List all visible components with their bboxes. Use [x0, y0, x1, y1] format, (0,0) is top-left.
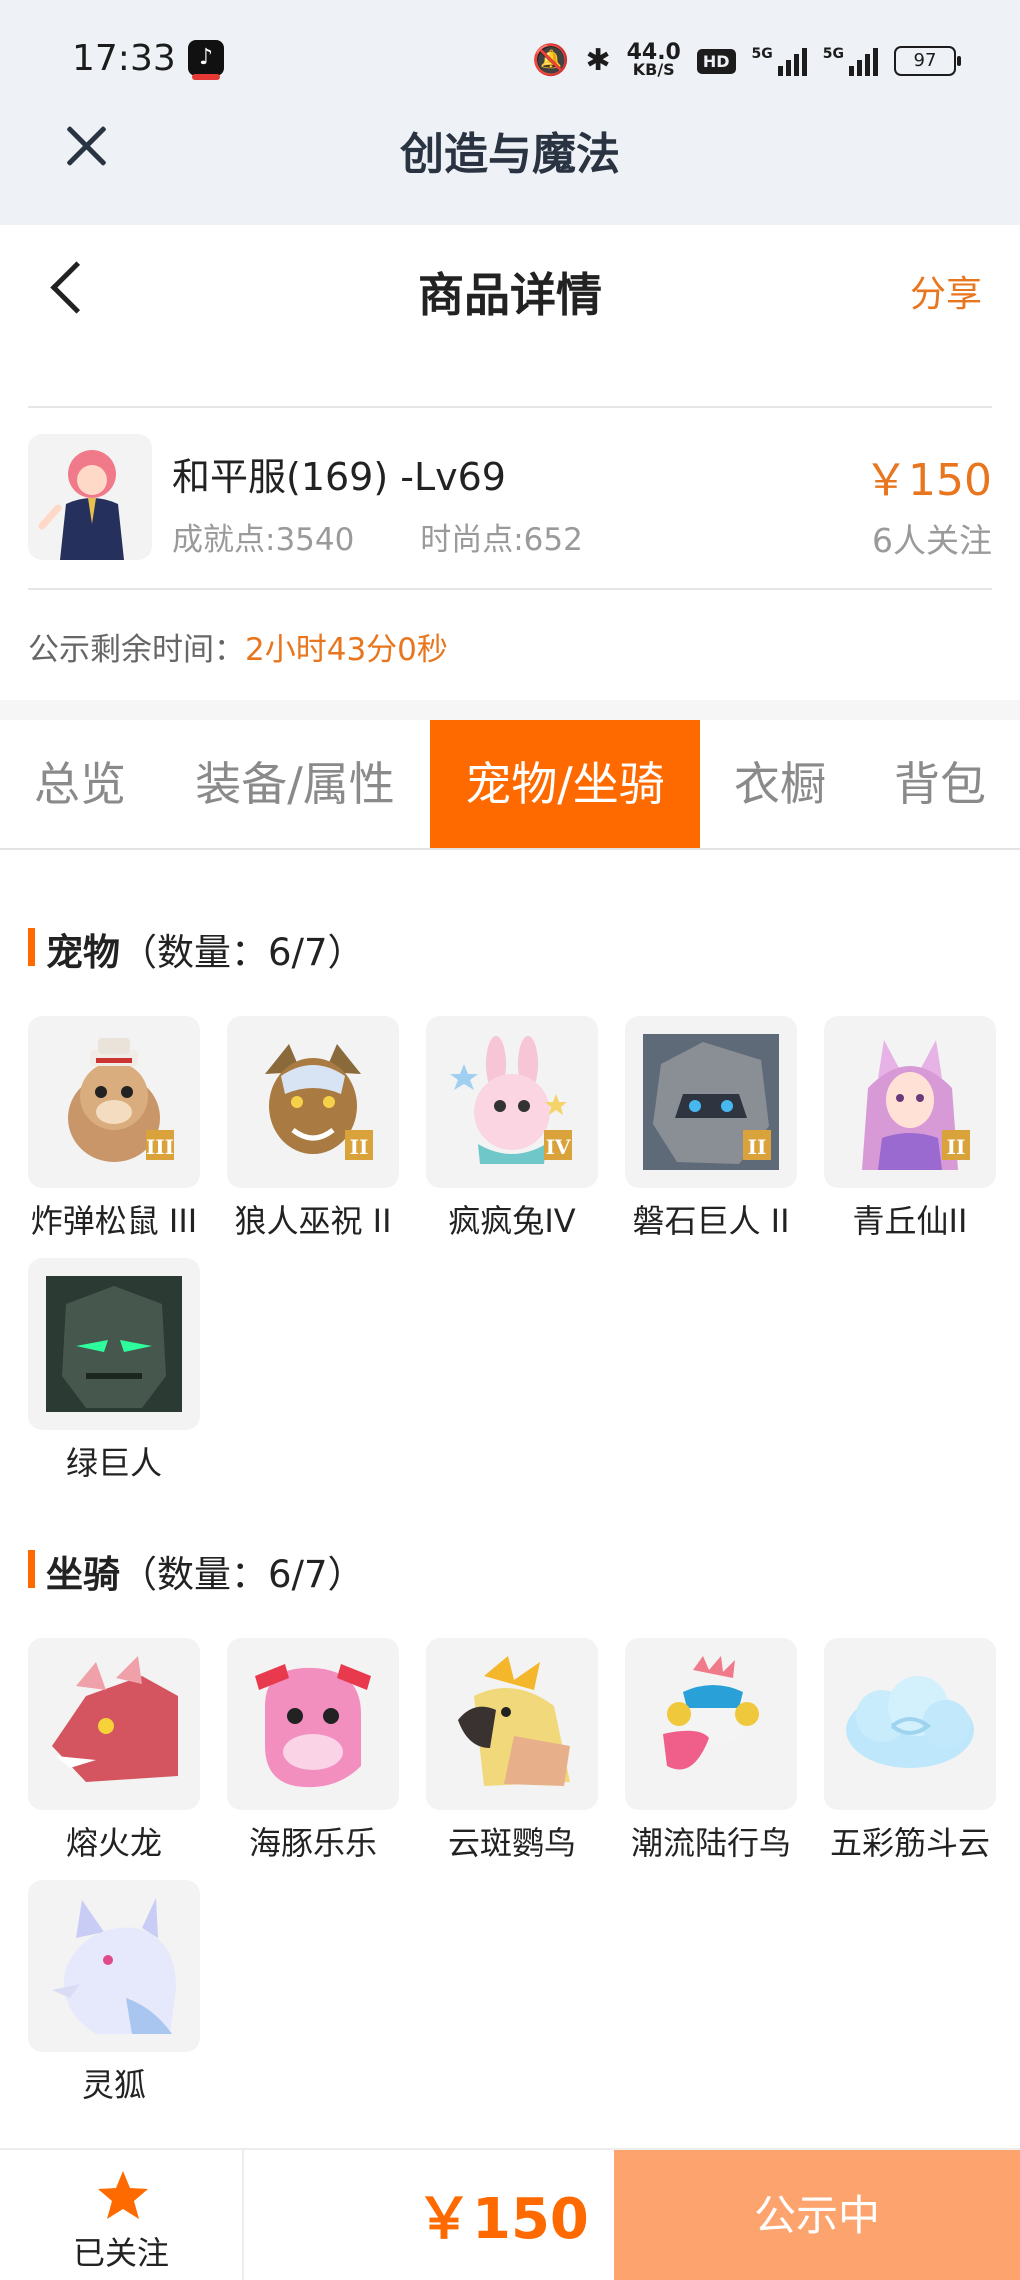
mount-name: 灵狐 — [81, 2066, 146, 2104]
dragon-mount-icon — [28, 1638, 200, 1810]
svg-text:III: III — [146, 1135, 174, 1159]
account-stats: 成就点:3540 时尚点:652 — [172, 514, 583, 559]
tab-equipment[interactable]: 装备/属性 — [175, 720, 415, 848]
account-price: ￥150 — [864, 455, 992, 506]
svg-text:II: II — [748, 1135, 767, 1159]
status-time: 17:33 — [72, 38, 176, 79]
follow-label: 已关注 — [72, 2234, 169, 2272]
network-speed: 44.0 KB/S — [626, 40, 681, 79]
hd-icon: HD — [696, 48, 736, 74]
pet-name: 疯疯兔IV — [448, 1202, 576, 1240]
top-bar: 17:33 ♪ 🔕 ✱ 44.0 KB/S HD 5G 5G 97 创造与魔法 — [0, 0, 1020, 225]
publicity-countdown: 公示剩余时间：2小时43分0秒 — [28, 624, 448, 669]
svg-text:II: II — [947, 1135, 966, 1159]
star-icon — [98, 2171, 148, 2219]
pet-name: 青丘仙II — [852, 1202, 968, 1240]
pet-item[interactable]: II 青丘仙II — [824, 1016, 996, 1242]
signal-icon: 5G — [823, 46, 878, 76]
pet-item[interactable]: IV 疯疯兔IV — [426, 1016, 598, 1242]
status-icons: 🔕 ✱ 44.0 KB/S HD 5G 5G 97 — [532, 36, 961, 86]
pet-item[interactable]: II 磐石巨人 II — [625, 1016, 797, 1242]
green-giant-pet-icon — [28, 1258, 200, 1430]
bottom-action-bar: 已关注 ￥150 公示中 — [0, 2148, 1020, 2280]
achievement-points: 成就点:3540 — [172, 522, 355, 558]
detail-tabs: 总览 装备/属性 宠物/坐骑 衣橱 背包 — [0, 720, 1020, 850]
bird-mount-icon — [625, 1638, 797, 1810]
section-divider — [0, 700, 1020, 720]
signal-icon: 5G — [752, 46, 807, 76]
pet-name: 狼人巫祝 II — [234, 1202, 392, 1240]
mount-item[interactable]: 熔火龙 — [28, 1638, 200, 1864]
mounts-section-title: 坐骑（数量：6/7） — [28, 1544, 365, 1598]
mount-name: 云斑鹦鸟 — [447, 1824, 576, 1862]
avatar — [28, 434, 152, 560]
app-title: 创造与魔法 — [400, 129, 620, 180]
pets-section-title: 宠物（数量：6/7） — [28, 922, 365, 976]
rabbit-pet-icon: IV — [426, 1016, 598, 1188]
mount-name: 熔火龙 — [65, 1824, 162, 1862]
follow-button[interactable]: 已关注 — [0, 2150, 244, 2280]
mount-name: 潮流陆行鸟 — [630, 1824, 791, 1862]
tab-backpack[interactable]: 背包 — [870, 720, 1010, 848]
pet-item[interactable]: III 炸弹松鼠 III — [28, 1016, 200, 1242]
squirrel-pet-icon: III — [28, 1016, 200, 1188]
mount-item[interactable]: 云斑鹦鸟 — [426, 1638, 598, 1864]
spirit-fox-mount-icon — [28, 1880, 200, 2052]
bluetooth-icon: ✱ — [585, 43, 611, 78]
svg-text:IV: IV — [546, 1135, 571, 1159]
countdown-value: 2小时43分0秒 — [245, 632, 448, 668]
account-summary[interactable]: 和平服(169) -Lv69 成就点:3540 时尚点:652 ￥150 6人关… — [28, 410, 992, 590]
mount-name: 五彩筋斗云 — [829, 1824, 990, 1862]
parrot-mount-icon — [426, 1638, 598, 1810]
mount-item[interactable]: 海豚乐乐 — [227, 1638, 399, 1864]
account-name: 和平服(169) -Lv69 — [172, 455, 506, 499]
publicity-status-button[interactable]: 公示中 — [614, 2150, 1020, 2280]
mount-name: 海豚乐乐 — [248, 1824, 377, 1862]
tab-pets-mounts[interactable]: 宠物/坐骑 — [430, 720, 700, 848]
cloud-mount-icon — [824, 1638, 996, 1810]
mute-bell-icon: 🔕 — [532, 43, 570, 78]
tiktok-notification-icon: ♪ — [188, 40, 224, 80]
tab-overview[interactable]: 总览 — [0, 720, 160, 848]
page-header: 商品详情 分享 — [0, 225, 1020, 345]
mount-item[interactable]: 潮流陆行鸟 — [625, 1638, 797, 1864]
page-title: 商品详情 — [418, 268, 602, 322]
bottom-price: ￥150 — [416, 2187, 589, 2252]
pet-item[interactable]: 绿巨人 — [28, 1258, 200, 1484]
fashion-points: 时尚点:652 — [420, 522, 583, 558]
mount-item[interactable]: 灵狐 — [28, 1880, 200, 2106]
werewolf-pet-icon: II — [227, 1016, 399, 1188]
mount-item[interactable]: 五彩筋斗云 — [824, 1638, 996, 1864]
follower-count: 6人关注 — [872, 521, 992, 560]
fox-fairy-pet-icon: II — [824, 1016, 996, 1188]
share-button[interactable]: 分享 — [910, 265, 982, 317]
pet-item[interactable]: II 狼人巫祝 II — [227, 1016, 399, 1242]
pet-name: 磐石巨人 II — [632, 1202, 790, 1240]
pet-name: 绿巨人 — [65, 1444, 162, 1482]
svg-text:II: II — [350, 1135, 369, 1159]
battery-icon: 97 — [894, 46, 961, 76]
tab-wardrobe[interactable]: 衣橱 — [710, 720, 850, 848]
pet-name: 炸弹松鼠 III — [30, 1202, 198, 1240]
scrolled-content-edge — [28, 338, 992, 408]
rock-giant-pet-icon: II — [625, 1016, 797, 1188]
dolphin-mount-icon — [227, 1638, 399, 1810]
countdown-label: 公示剩余时间： — [28, 632, 245, 668]
